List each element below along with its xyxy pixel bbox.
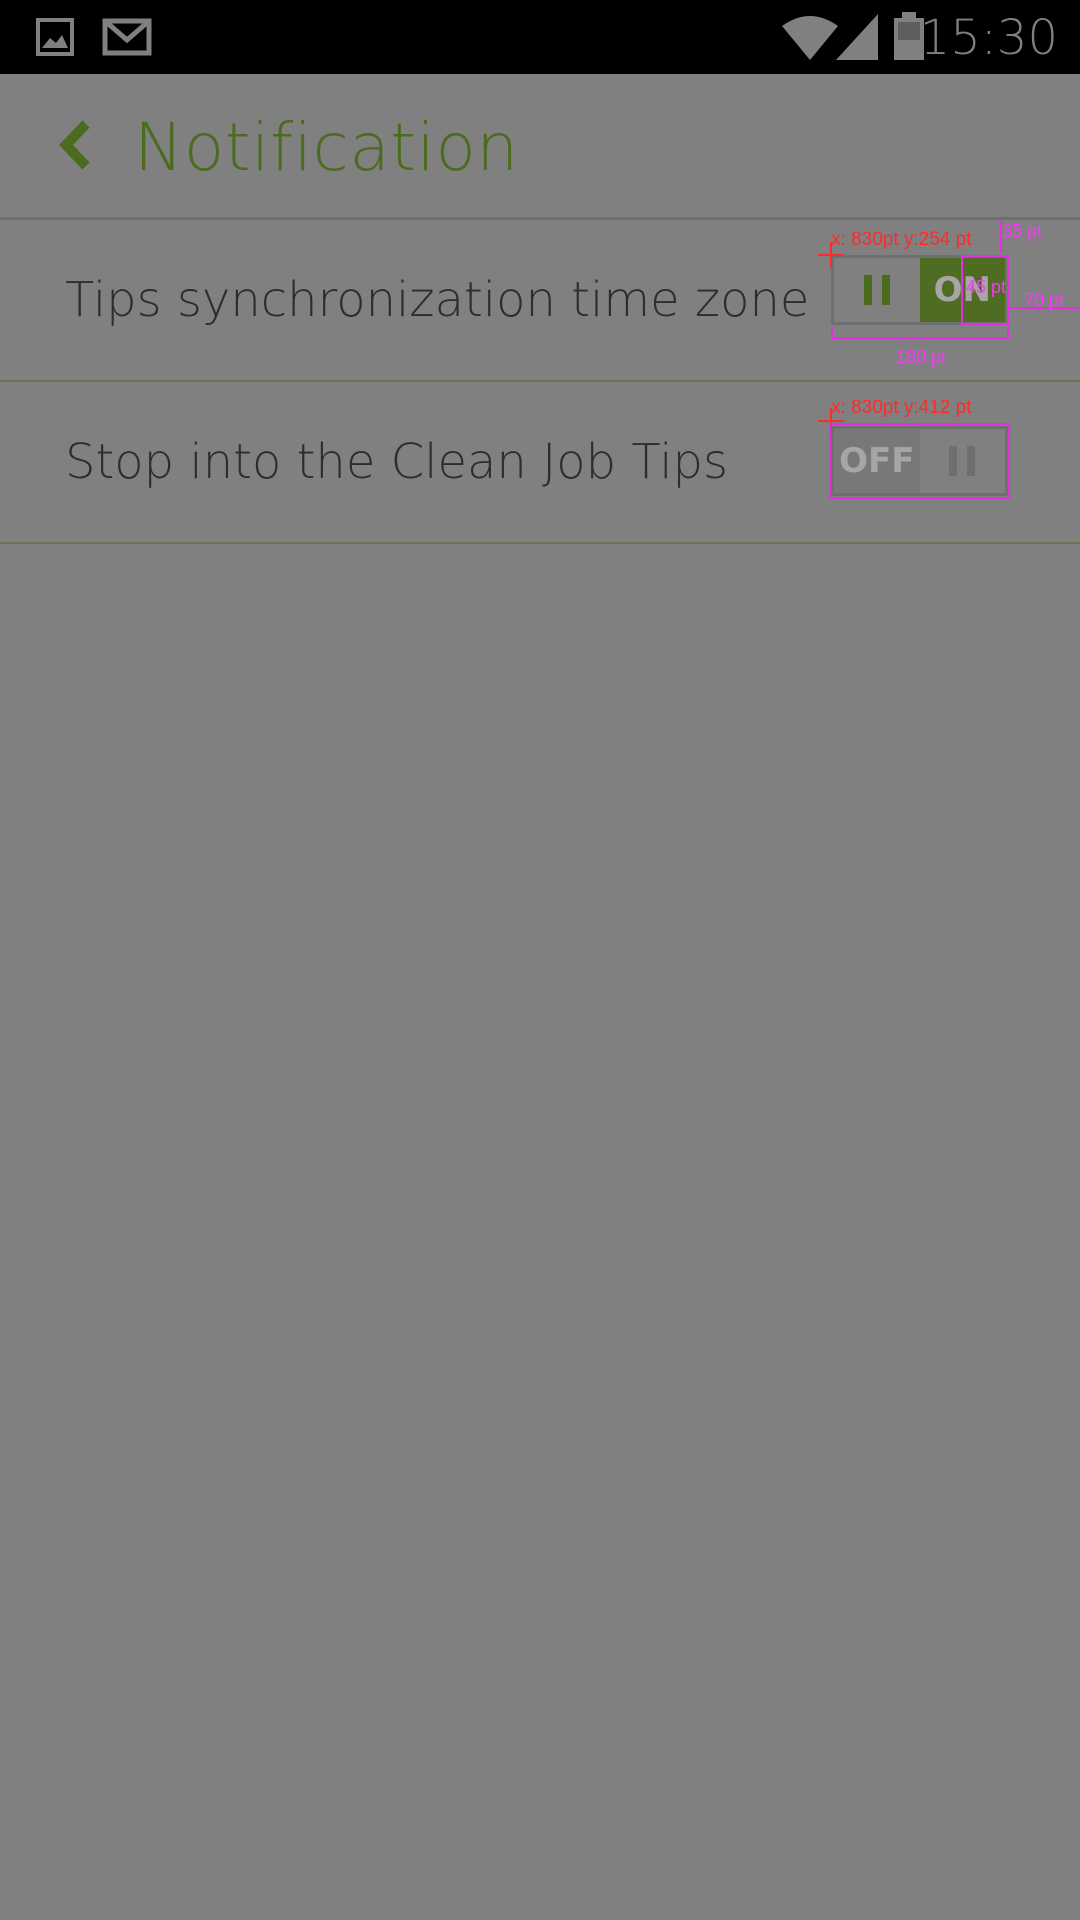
- position-annotation: x: 830pt y:254 pt: [831, 229, 972, 250]
- measure-box: [829, 423, 1010, 499]
- chevron-left-icon: [59, 120, 90, 170]
- page-title: Notification: [134, 109, 519, 186]
- app-header: Notification: [0, 74, 1080, 220]
- dimension-label: 70 pt: [1024, 290, 1065, 310]
- wifi-icon: [782, 16, 838, 60]
- measure-line: [831, 328, 833, 340]
- toggle-thumb: [834, 258, 920, 322]
- setting-label: Tips synchronization time zone: [65, 272, 810, 328]
- gallery-icon: [36, 18, 74, 56]
- measure-line: [831, 337, 1009, 339]
- status-time: 15:30: [919, 10, 1058, 66]
- gmail-icon: [102, 18, 152, 56]
- back-button[interactable]: [52, 114, 98, 176]
- pause-icon: [863, 275, 890, 305]
- dimension-label: 35 pt: [1002, 221, 1043, 241]
- status-bar: 15:30: [0, 0, 1080, 74]
- measure-line: [1007, 328, 1009, 340]
- position-annotation: x: 830pt y:412 pt: [831, 397, 972, 418]
- signal-icon: [836, 14, 878, 60]
- dimension-label: 45 pt: [966, 277, 1007, 297]
- setting-label: Stop into the Clean Job Tips: [65, 434, 728, 490]
- dimension-label: 180 pt: [896, 347, 947, 367]
- crosshair-icon: [818, 242, 844, 268]
